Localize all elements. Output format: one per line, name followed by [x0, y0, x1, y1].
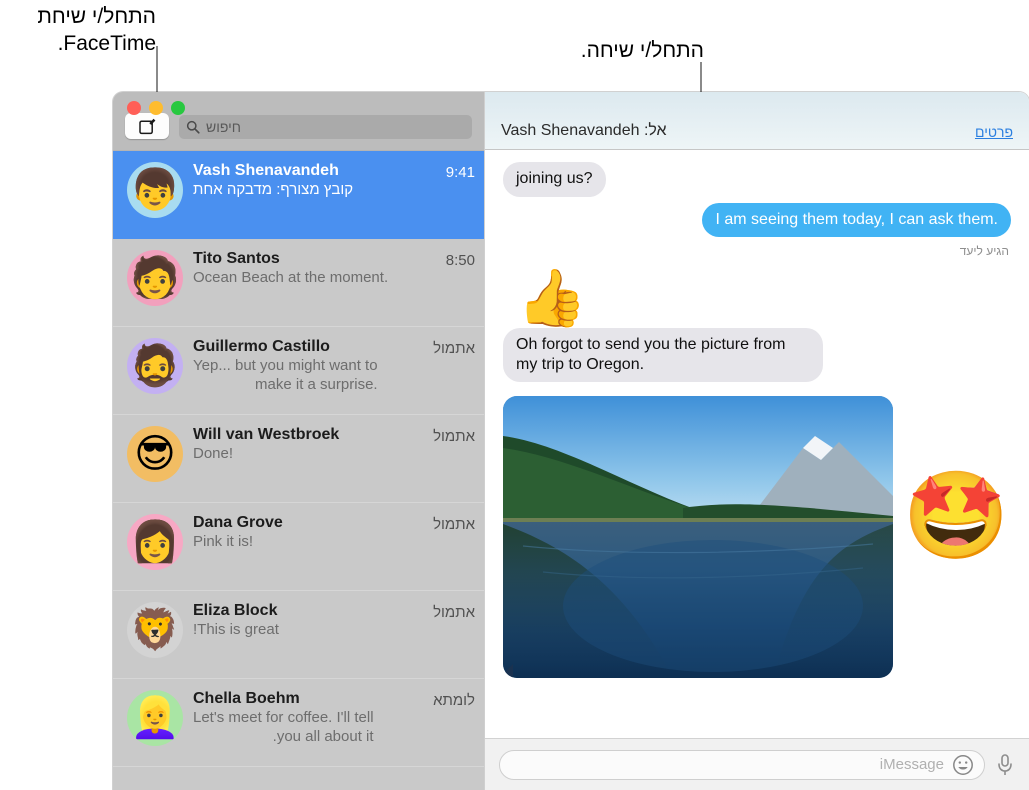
minimize-window-button[interactable] — [149, 101, 163, 115]
conversation-name: Dana Grove — [193, 514, 283, 531]
conversation-list-item[interactable]: 👱‍♀️ Chella Boehm Let's meet for coffee. I… — [113, 679, 484, 767]
search-icon — [186, 120, 200, 134]
message-bubble-incoming[interactable]: Oh forgot to send you the picture from m… — [503, 328, 823, 383]
conversation-text: Will van Westbroek !Done — [193, 426, 423, 464]
conversation-timestamp: 8:50 — [445, 252, 475, 269]
conversation-name: Guillermo Castillo — [193, 338, 330, 355]
conversation-preview: This is great! — [193, 621, 279, 638]
conversation-text: Guillermo Castillo Yep... but you might w… — [193, 338, 423, 395]
memoji-sticker[interactable]: 🤩 — [901, 461, 1011, 571]
conversation-timestamp: אתמול — [433, 428, 475, 445]
conversation-text: Tito Santos .Ocean Beach at the moment — [193, 250, 436, 288]
conversation-preview: Let's meet for coffee. I'll tell you all… — [193, 709, 374, 745]
photo-message-row: 🤩 — [503, 396, 1011, 679]
conversation-timestamp: 9:41 — [445, 164, 475, 181]
avatar: 👦 — [127, 162, 183, 218]
recipient-prefix-label: אל: — [643, 122, 667, 139]
conversation-list-item[interactable]: 👩 Dana Grove !Pink it is אתמול — [113, 503, 484, 591]
conversation-header: אל: Vash Shenavandeh פרטים — [485, 92, 1029, 150]
compose-new-message-button[interactable] — [125, 113, 169, 139]
start-conversation-callout-label: התחל/י שיחה. — [580, 39, 704, 62]
imessage-input-field[interactable]: iMessage — [499, 749, 985, 780]
avatar: 🧔 — [127, 338, 183, 394]
recipient-name: Vash Shenavandeh — [501, 122, 640, 139]
conversation-list-item[interactable]: 🦁 Eliza Block This is great! אתמול — [113, 591, 484, 679]
conversation-timestamp: לומתא — [433, 692, 475, 709]
facetime-callout-label: התחל/י שיחת FaceTime. — [37, 5, 156, 55]
delivery-status: הגיע ליעד — [959, 244, 1009, 259]
message-composer: iMessage — [485, 738, 1029, 790]
close-window-button[interactable] — [127, 101, 141, 115]
search-placeholder: חיפוש — [206, 119, 241, 135]
message-row: joining us? — [503, 162, 1011, 197]
conversation-list[interactable]: 👦 Vash Shenavandeh קובץ מצורף: מדבקה אחת 9:… — [113, 150, 484, 790]
conversation-list-item[interactable]: 🧑 Tito Santos .Ocean Beach at the moment 8:… — [113, 239, 484, 327]
conversation-preview: Yep... but you might want to .make it a … — [193, 357, 378, 393]
conversation-list-item[interactable]: 🧔 Guillermo Castillo Yep... but you might … — [113, 327, 484, 415]
window-traffic-lights — [127, 101, 185, 115]
message-bubble-incoming[interactable]: joining us? — [503, 162, 606, 197]
avatar: 😎 — [127, 426, 183, 482]
lake-photo-image — [503, 396, 893, 679]
message-bubble-outgoing[interactable]: I am seeing them today, I can ask them. — [702, 202, 1011, 238]
thumbs-up-emoji: 👍 — [517, 266, 587, 330]
conversations-sidebar: חיפוש 👦 Vash Shenavandeh קובץ מצורף: מדבקה… — [113, 92, 484, 790]
message-thread[interactable]: joining us? I am seeing them today, I ca… — [485, 150, 1029, 738]
conversation-name: Chella Boehm — [193, 690, 300, 707]
conversation-list-item[interactable]: 👦 Vash Shenavandeh קובץ מצורף: מדבקה אחת 9:… — [113, 151, 484, 239]
conversation-preview: !Done — [193, 445, 234, 462]
conversation-preview: !Pink it is — [193, 533, 254, 550]
conversation-pane: אל: Vash Shenavandeh פרטים joining us? I… — [484, 92, 1029, 790]
conversation-timestamp: אתמול — [433, 604, 475, 621]
photo-attachment[interactable] — [503, 396, 893, 679]
avatar: 👩 — [127, 514, 183, 570]
imessage-placeholder: iMessage — [879, 756, 944, 773]
conversation-text: Chella Boehm Let's meet for coffee. I'll … — [193, 690, 423, 747]
emoji-smiley-icon[interactable] — [952, 754, 974, 776]
conversation-preview: .Ocean Beach at the moment — [193, 269, 389, 286]
conversation-name: Eliza Block — [193, 602, 278, 619]
microphone-icon[interactable] — [995, 753, 1015, 777]
avatar: 🧑 — [127, 250, 183, 306]
zoom-window-button[interactable] — [171, 101, 185, 115]
conversation-preview: קובץ מצורף: מדבקה אחת — [193, 181, 354, 198]
search-field[interactable]: חיפוש — [179, 115, 472, 139]
message-row: Oh forgot to send you the picture from m… — [503, 328, 1011, 383]
conversation-text: Eliza Block This is great! — [193, 602, 423, 640]
compose-icon — [138, 118, 155, 134]
conversation-timestamp: אתמול — [433, 340, 475, 357]
message-row: I am seeing them today, I can ask them. — [503, 202, 1011, 238]
conversation-name: Vash Shenavandeh — [193, 162, 339, 179]
conversation-name: Will van Westbroek — [193, 426, 340, 443]
conversation-list-item[interactable]: 😎 Will van Westbroek !Done אתמול — [113, 415, 484, 503]
conversation-text: Vash Shenavandeh קובץ מצורף: מדבקה אחת — [193, 162, 436, 200]
details-link[interactable]: פרטים — [975, 124, 1013, 140]
conversation-text: Dana Grove !Pink it is — [193, 514, 423, 552]
conversation-recipient[interactable]: אל: Vash Shenavandeh — [501, 122, 667, 140]
sidebar-toolbar: חיפוש — [113, 92, 484, 150]
messages-window: חיפוש 👦 Vash Shenavandeh קובץ מצורף: מדבקה… — [113, 92, 1029, 790]
avatar: 🦁 — [127, 602, 183, 658]
conversation-timestamp: אתמול — [433, 516, 475, 533]
conversation-name: Tito Santos — [193, 250, 280, 267]
avatar: 👱‍♀️ — [127, 690, 183, 746]
